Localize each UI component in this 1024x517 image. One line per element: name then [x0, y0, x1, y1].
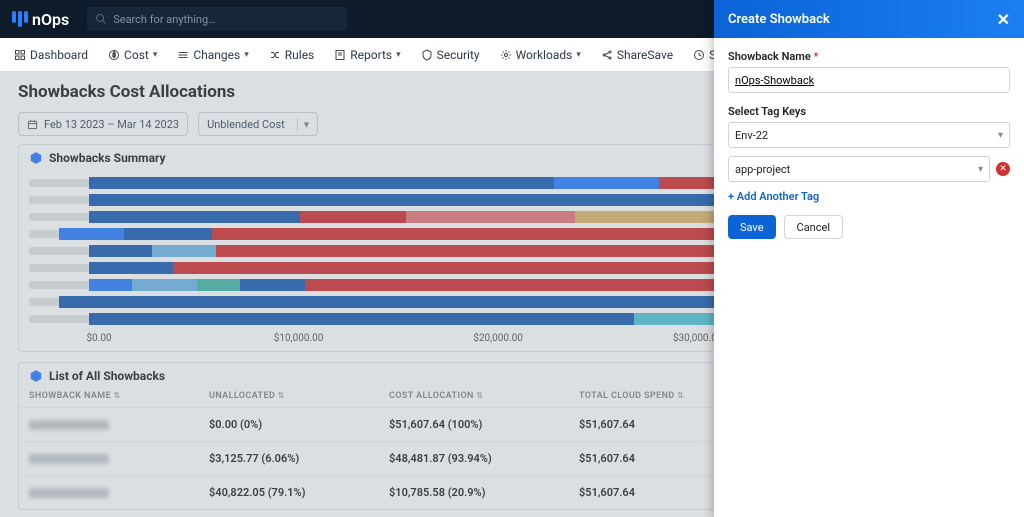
row-name-hidden — [29, 454, 109, 464]
sharesave-icon — [601, 49, 613, 61]
nav-sharesave[interactable]: ShareSave — [601, 48, 673, 62]
tagkeys-label: Select Tag Keys — [728, 105, 1010, 118]
chart-row-label — [29, 281, 89, 289]
list-title: List of All Showbacks — [49, 369, 165, 383]
calendar-icon — [27, 119, 38, 130]
changes-icon — [177, 49, 189, 61]
nav-dashboard[interactable]: Dashboard — [14, 48, 88, 62]
chart-row-label — [29, 315, 89, 323]
rules-icon — [269, 49, 281, 61]
chevron-down-icon: ▾ — [244, 50, 249, 60]
nav-changes[interactable]: Changes▾ — [177, 48, 248, 62]
date-range-picker[interactable]: Feb 13 2023 – Mar 14 2023 — [18, 112, 188, 136]
nav-cost[interactable]: $ Cost▾ — [108, 48, 157, 62]
summary-title: Showbacks Summary — [49, 151, 166, 165]
search-icon — [95, 13, 107, 25]
nav-security[interactable]: Security — [421, 48, 480, 62]
chart-row-label — [29, 298, 59, 306]
nav-rules[interactable]: Rules — [269, 48, 314, 62]
chart-row-label — [29, 264, 89, 272]
cost-icon: $ — [108, 49, 120, 61]
panel-title: Create Showback — [728, 12, 830, 27]
nav-reports[interactable]: Reports▾ — [334, 48, 400, 62]
workloads-icon — [500, 49, 512, 61]
chart-row-label — [29, 213, 89, 221]
chart-row-label — [29, 179, 89, 187]
brand-text: nOps — [32, 10, 69, 29]
chart-row-label — [29, 247, 89, 255]
search-placeholder: Search for anything… — [113, 13, 215, 26]
tag-select-1[interactable]: Env-22 ▾ — [728, 122, 1010, 148]
logo[interactable]: nOps — [12, 10, 69, 29]
save-button[interactable]: Save — [728, 215, 776, 239]
logo-mark-icon — [12, 11, 28, 27]
name-label: Showback Name * — [728, 50, 1010, 63]
chevron-down-icon: ▾ — [297, 118, 310, 131]
remove-tag-button[interactable]: ✕ — [996, 162, 1010, 176]
security-icon — [421, 49, 433, 61]
dashboard-icon — [14, 49, 26, 61]
scheduler-icon — [693, 49, 705, 61]
chevron-down-icon: ▾ — [153, 50, 158, 60]
close-icon[interactable]: ✕ — [997, 10, 1010, 29]
svg-text:$: $ — [112, 52, 116, 59]
list-icon — [29, 369, 43, 383]
th-cost-allocation[interactable]: Cost Allocation — [389, 391, 579, 401]
tag-select-2[interactable]: app-project ▾ — [728, 156, 990, 182]
create-showback-panel: Create Showback ✕ Showback Name * Select… — [714, 0, 1024, 517]
showback-name-input[interactable] — [728, 67, 1010, 93]
summary-icon — [29, 151, 43, 165]
panel-header: Create Showback ✕ — [714, 0, 1024, 38]
nav-workloads[interactable]: Workloads▾ — [500, 48, 581, 62]
th-unallocated[interactable]: Unallocated — [209, 391, 389, 401]
chevron-down-icon: ▾ — [576, 50, 581, 60]
th-name[interactable]: Showback Name — [29, 391, 209, 401]
row-name-hidden — [29, 488, 109, 498]
global-search-input[interactable]: Search for anything… — [87, 7, 347, 31]
chevron-down-icon: ▾ — [396, 50, 401, 60]
chart-row-label — [29, 230, 59, 238]
reports-icon — [334, 49, 346, 61]
chevron-down-icon: ▾ — [998, 130, 1003, 141]
chart-row-label — [29, 196, 89, 204]
row-name-hidden — [29, 420, 109, 430]
chevron-down-icon: ▾ — [978, 164, 983, 175]
cost-type-select[interactable]: Unblended Cost ▾ — [198, 112, 318, 136]
add-tag-link[interactable]: + Add Another Tag — [728, 190, 819, 203]
cancel-button[interactable]: Cancel — [784, 215, 843, 239]
